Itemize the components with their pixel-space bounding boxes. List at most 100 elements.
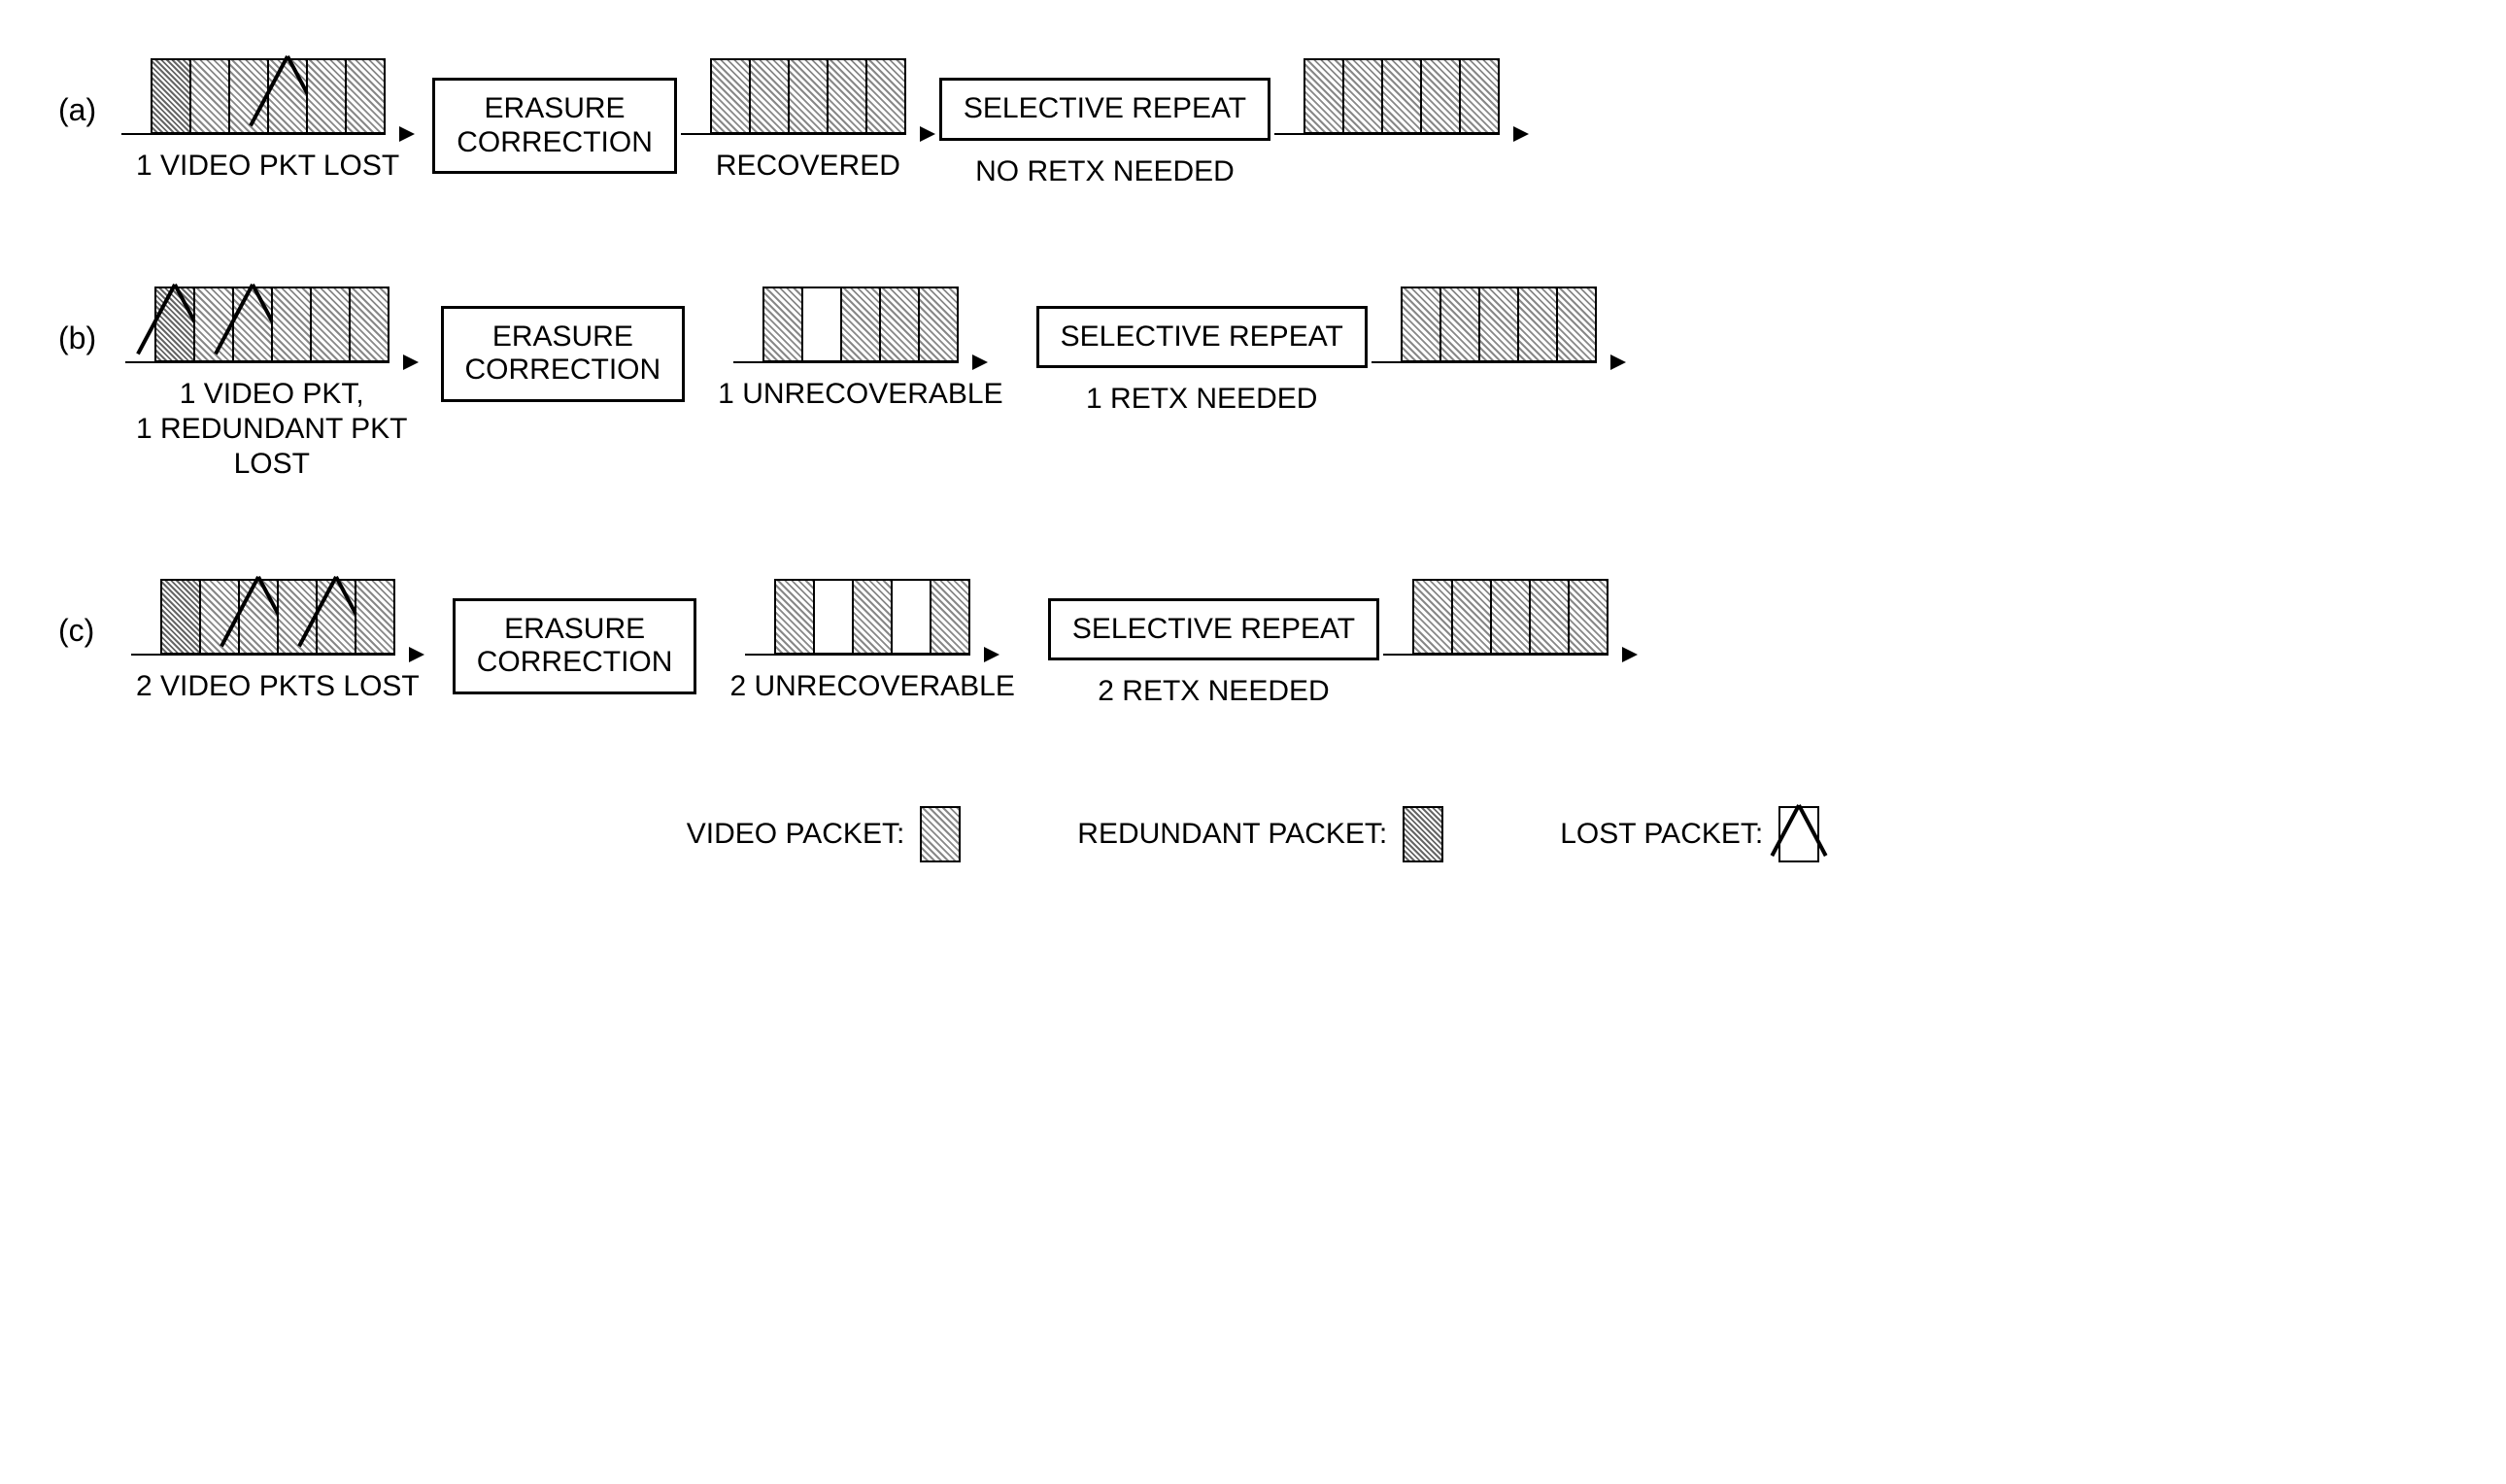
- legend-video: VIDEO PACKET:: [687, 806, 962, 862]
- packet-video-icon: [1381, 58, 1422, 134]
- erasure-correction-box: ERASURE CORRECTION: [432, 78, 677, 174]
- packet-video-icon: [1556, 287, 1597, 362]
- after-erasure-packets: RECOVERED: [710, 58, 906, 184]
- stage-caption: 1 UNRECOVERABLE: [718, 377, 1002, 412]
- packet-group: [1412, 579, 1609, 655]
- output-packets: [1401, 287, 1597, 363]
- packet-video-icon: [710, 58, 751, 134]
- packet-video-icon: [879, 287, 920, 362]
- video-packet-icon: [920, 806, 961, 862]
- packet-lost-icon: [232, 287, 273, 362]
- input-packets: 1 VIDEO PKT LOST: [136, 58, 399, 184]
- packet-video-icon: [865, 58, 906, 134]
- packet-video-icon: [1451, 579, 1492, 655]
- packet-redundant-icon: [151, 58, 191, 134]
- arrow-axis-icon: [160, 654, 395, 656]
- packet-lost-icon: [154, 287, 195, 362]
- packet-video-icon: [1490, 579, 1531, 655]
- legend: VIDEO PACKET: REDUNDANT PACKET: LOST PAC…: [58, 806, 2448, 862]
- flow-row: (a)1 VIDEO PKT LOST ERASURE CORRECTION REC…: [58, 58, 2448, 189]
- flow-row: (c)2 VIDEO PKTS LOSTERASURE CORRECTION2 …: [58, 579, 2448, 710]
- packet-lost-icon: [316, 579, 356, 655]
- flow: 1 VIDEO PKT LOST ERASURE CORRECTION RECOVE…: [136, 58, 2448, 189]
- packet-group: [710, 58, 906, 134]
- arrow-axis-icon: [1304, 133, 1500, 135]
- output-packets: [1412, 579, 1609, 656]
- packet-missing-icon: [801, 287, 842, 362]
- flow: 2 VIDEO PKTS LOST ERASURE CORRECTION 2 UNR…: [136, 579, 2448, 710]
- diagram: (a)1 VIDEO PKT LOST ERASURE CORRECTION REC…: [58, 58, 2448, 709]
- row-label: (b): [58, 287, 136, 356]
- packet-lost-icon: [267, 58, 308, 134]
- packet-group: [1401, 287, 1597, 362]
- packet-video-icon: [189, 58, 230, 134]
- lost-packet-icon: [1778, 806, 1819, 862]
- selective-repeat: SELECTIVE REPEAT NO RETX NEEDED: [939, 58, 1270, 189]
- packet-video-icon: [1517, 287, 1558, 362]
- packet-video-icon: [852, 579, 893, 655]
- arrow-axis-icon: [762, 361, 959, 363]
- erasure-correction: ERASURE CORRECTION: [432, 58, 677, 174]
- erasure-correction: ERASURE CORRECTION: [441, 287, 686, 402]
- erasure-correction-box: ERASURE CORRECTION: [441, 306, 686, 402]
- row-label: (a): [58, 58, 136, 128]
- packet-group: [774, 579, 970, 655]
- erasure-correction: ERASURE CORRECTION: [453, 579, 697, 694]
- stage-caption: RECOVERED: [716, 149, 900, 184]
- arrow-axis-icon: [151, 133, 386, 135]
- packet-video-icon: [345, 58, 386, 134]
- after-erasure-packets: 1 UNRECOVERABLE: [718, 287, 1002, 412]
- packet-video-icon: [1439, 287, 1480, 362]
- packet-missing-icon: [813, 579, 854, 655]
- arrow-axis-icon: [774, 654, 970, 656]
- packet-video-icon: [277, 579, 318, 655]
- packet-group: [154, 287, 389, 362]
- packet-missing-icon: [891, 579, 931, 655]
- legend-redundant-label: REDUNDANT PACKET:: [1077, 818, 1387, 851]
- stage-caption: 1 VIDEO PKT, 1 REDUNDANT PKT LOST: [136, 377, 408, 482]
- packet-video-icon: [1342, 58, 1383, 134]
- stage-caption: 1 VIDEO PKT LOST: [136, 149, 399, 184]
- selective-repeat: SELECTIVE REPEAT 1 RETX NEEDED: [1036, 287, 1368, 418]
- packet-video-icon: [1412, 579, 1453, 655]
- selective-repeat-caption: NO RETX NEEDED: [975, 154, 1235, 189]
- packet-video-icon: [310, 287, 351, 362]
- selective-repeat-box: SELECTIVE REPEAT: [939, 78, 1270, 141]
- packet-video-icon: [1420, 58, 1461, 134]
- packet-video-icon: [762, 287, 803, 362]
- packet-video-icon: [840, 287, 881, 362]
- flow-row: (b)1 VIDEO PKT, 1 REDUNDANT PKT LOST ERAS…: [58, 287, 2448, 482]
- input-packets: 1 VIDEO PKT, 1 REDUNDANT PKT LOST: [136, 287, 408, 482]
- legend-redundant: REDUNDANT PACKET:: [1077, 806, 1443, 862]
- arrow-axis-icon: [154, 361, 389, 363]
- selective-repeat: SELECTIVE REPEAT2 RETX NEEDED: [1048, 579, 1379, 710]
- output-packets: [1304, 58, 1500, 135]
- legend-lost-label: LOST PACKET:: [1560, 818, 1763, 851]
- packet-group: [1304, 58, 1500, 134]
- packet-video-icon: [193, 287, 234, 362]
- packet-video-icon: [1304, 58, 1344, 134]
- packet-video-icon: [355, 579, 395, 655]
- packet-video-icon: [827, 58, 867, 134]
- packet-lost-icon: [238, 579, 279, 655]
- flow: 1 VIDEO PKT, 1 REDUNDANT PKT LOST ERASURE…: [136, 287, 2448, 482]
- packet-video-icon: [271, 287, 312, 362]
- arrow-axis-icon: [1401, 361, 1597, 363]
- packet-video-icon: [774, 579, 815, 655]
- stage-caption: 2 UNRECOVERABLE: [729, 669, 1014, 704]
- packet-video-icon: [1478, 287, 1519, 362]
- selective-repeat-box: SELECTIVE REPEAT: [1036, 306, 1368, 369]
- packet-video-icon: [930, 579, 970, 655]
- arrow-axis-icon: [710, 133, 906, 135]
- packet-group: [160, 579, 395, 655]
- selective-repeat-caption: 1 RETX NEEDED: [1086, 382, 1317, 417]
- packet-video-icon: [788, 58, 829, 134]
- packet-video-icon: [228, 58, 269, 134]
- arrow-axis-icon: [1412, 654, 1609, 656]
- redundant-packet-icon: [1403, 806, 1443, 862]
- packet-video-icon: [349, 287, 389, 362]
- packet-video-icon: [199, 579, 240, 655]
- stage-caption: 2 VIDEO PKTS LOST: [136, 669, 420, 704]
- packet-group: [762, 287, 959, 362]
- packet-redundant-icon: [160, 579, 201, 655]
